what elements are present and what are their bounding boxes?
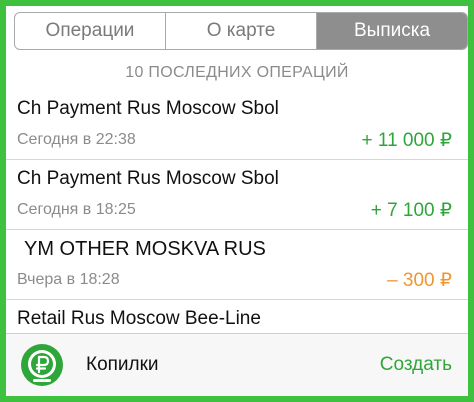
section-title: 10 ПОСЛЕДНИХ ОПЕРАЦИЙ [125,64,349,81]
segmented-control: Операции О карте Выписка [14,12,468,50]
operation-title: Ch Payment Rus Moscow Sbol [17,98,279,119]
create-button[interactable]: Создать [380,354,452,376]
operation-row[interactable]: YM OTHER MOSKVA RUS Вчера в 18:28 – 300 … [6,230,468,300]
operation-amount: + 11 000 ₽ [361,130,452,151]
operation-amount: + 7 100 ₽ [370,200,452,221]
operation-row[interactable]: Ch Payment Rus Moscow Sbol Сегодня в 22:… [6,90,468,160]
operation-time: Сегодня в 22:38 [17,131,136,148]
operation-title: Ch Payment Rus Moscow Sbol [17,168,279,189]
tab-card-info[interactable]: О карте [166,13,317,49]
piggy-bank-ruble-icon[interactable] [20,343,64,387]
app-frame: Операции О карте Выписка 10 ПОСЛЕДНИХ ОП… [0,0,474,402]
operation-amount: – 300 ₽ [387,270,452,291]
operation-time: Вчера в 18:28 [17,271,120,288]
piggy-banks-label: Копилки [86,354,159,375]
operation-title: Retail Rus Moscow Bee-Line [17,308,261,329]
piggy-banks-bar: Копилки Создать [6,333,468,396]
operation-title: YM OTHER MOSKVA RUS [24,238,266,260]
operation-row[interactable]: Ch Payment Rus Moscow Sbol Сегодня в 18:… [6,160,468,230]
operations-list: Ch Payment Rus Moscow Sbol Сегодня в 22:… [6,90,468,340]
operation-time: Сегодня в 18:25 [17,201,136,218]
tab-statement[interactable]: Выписка [317,13,467,49]
tab-operations[interactable]: Операции [15,13,166,49]
